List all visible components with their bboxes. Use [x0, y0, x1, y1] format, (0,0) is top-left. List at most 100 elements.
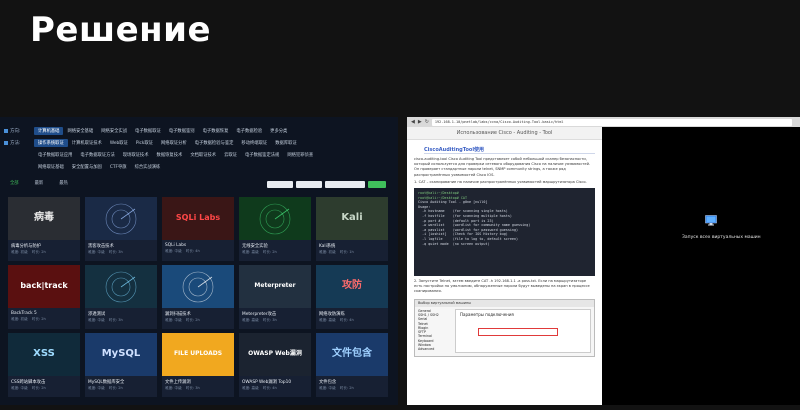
course-card[interactable]: 文件包含 文件包含 难度: 中级 时长: 2h	[316, 333, 388, 397]
course-thumbnail[interactable]: 攻防	[316, 265, 388, 308]
course-meta: 难度: 中级 时长: 2h	[316, 386, 388, 391]
thumbnail-graphic-icon	[182, 271, 214, 303]
course-name: 网络攻防演练	[319, 312, 345, 317]
category-row: 网络取证基础 安全配置与加固 CTF夺旗 综合实战演练	[0, 161, 398, 173]
vm-label[interactable]: Запуск всех виртуальных машин	[682, 235, 761, 240]
terminal-output: root@kali:~/Desktop# root@kali:~/Desktop#…	[414, 188, 595, 277]
category-item[interactable]: 移动终端取证	[237, 139, 271, 147]
highlight-box	[478, 327, 558, 336]
course-card[interactable]: XSS CSS跨站脚本攻击 难度: 中级 时长: 2h	[8, 333, 80, 397]
course-card[interactable]: back|track BackTrack 5 难度: 初级 时长: 2h	[8, 265, 80, 329]
course-card[interactable]: Meterpreter Meterpreter攻击 难度: 高级 时长: 3h	[239, 265, 311, 329]
course-card[interactable]: 无线安全实验 难度: 高级 时长: 2h	[239, 197, 311, 261]
category-item[interactable]: 网络安全基础	[63, 127, 97, 135]
category-item[interactable]: Web取证	[106, 139, 132, 147]
thumbnail-caption: back|track	[20, 281, 68, 291]
category-item[interactable]: 综合实战演练	[131, 163, 165, 171]
search-controls	[267, 181, 386, 188]
course-meta-item: 时长: 2h	[185, 318, 200, 322]
course-thumbnail[interactable]	[85, 265, 157, 308]
category-item[interactable]: 电子数据取证应用	[34, 151, 76, 159]
course-meta-item: 时长: 3h	[262, 318, 277, 322]
category-item[interactable]: 网络安全实战	[97, 127, 131, 135]
category-item[interactable]: 计算机取证技术	[68, 139, 106, 147]
category-item[interactable]: 电子数据鉴别	[165, 127, 199, 135]
course-card[interactable]: 渗透测试 难度: 中级 时长: 3h	[85, 265, 157, 329]
sort-filter-item[interactable]: 最新	[35, 180, 44, 186]
category-item[interactable]: 安全配置与加固	[68, 163, 106, 171]
course-thumbnail[interactable]: FILE UPLOADS	[162, 333, 234, 376]
level-select[interactable]	[296, 181, 322, 188]
course-thumbnail[interactable]: back|track	[8, 265, 80, 308]
course-meta-item: 难度: 高级	[242, 386, 259, 390]
search-button[interactable]	[368, 181, 386, 188]
sort-filter-item[interactable]: 全部	[10, 180, 19, 186]
category-item[interactable]: 电子数据鉴定法规	[241, 151, 283, 159]
course-name: 文件包含	[319, 380, 337, 385]
thumbnail-graphic-icon	[259, 203, 291, 235]
course-card[interactable]: 黑客攻击技术 难度: 中级 时长: 3h	[85, 197, 157, 261]
course-thumbnail[interactable]: 病毒	[8, 197, 80, 240]
category-item[interactable]: 更多分类	[266, 127, 291, 135]
course-card[interactable]: FILE UPLOADS 文件上传漏洞 难度: 中级 时长: 3h	[162, 333, 234, 397]
reload-icon[interactable]: ↻	[425, 119, 429, 125]
category-item[interactable]: 计算机基础	[34, 127, 64, 135]
category-item[interactable]: 文档取证技术	[186, 151, 220, 159]
category-item[interactable]: 云取证	[220, 151, 241, 159]
vm-desktop	[602, 127, 800, 405]
forward-icon[interactable]: ▶	[418, 119, 422, 125]
address-bar[interactable]: 192.168.1.10/pnetlab/labs/ccna/Cisco-Aud…	[431, 118, 792, 126]
monitor-icon[interactable]	[705, 215, 717, 226]
category-item[interactable]: 电子数据检验	[232, 127, 266, 135]
category-item[interactable]: 网络取证分析	[157, 139, 191, 147]
course-name: CSS跨站脚本攻击	[11, 380, 46, 385]
terminal-line: -q quiet mode (no screen output)	[418, 241, 490, 246]
course-thumbnail[interactable]	[239, 197, 311, 240]
category-item[interactable]: 操作系统取证	[34, 139, 68, 147]
category-item[interactable]: CTF夺旗	[106, 163, 131, 171]
tree-item[interactable]: Advanced	[418, 347, 452, 351]
course-thumbnail[interactable]	[162, 265, 234, 308]
category-item[interactable]: 数据库取证	[271, 139, 300, 147]
course-meta-item: 时长: 1h	[339, 250, 354, 254]
category-item[interactable]: 现场取证技术	[119, 151, 153, 159]
course-meta-item: 时长: 4h	[185, 249, 200, 253]
category-row: 方法: 操作系统取证 计算机取证技术 Web取证 Pick取证 网络取证分析 电子数据检验与…	[0, 137, 398, 149]
course-meta-item: 难度: 高级	[242, 250, 259, 254]
course-card[interactable]: OWASP Web漏洞 OWASP Web漏洞 Top10 难度: 高级 时长: 4h	[239, 333, 311, 397]
category-item[interactable]: 电子数据取证方法	[76, 151, 118, 159]
course-thumbnail[interactable]: Kali	[316, 197, 388, 240]
course-thumbnail[interactable]: 文件包含	[316, 333, 388, 376]
category-item[interactable]: Pick取证	[132, 139, 157, 147]
course-meta: 难度: 中级 时长: 3h	[85, 250, 157, 255]
course-card[interactable]: 攻防 网络攻防演练 难度: 高级 时长: 4h	[316, 265, 388, 329]
course-meta-item: 难度: 中级	[88, 318, 105, 322]
course-thumbnail[interactable]: XSS	[8, 333, 80, 376]
category-item[interactable]: 网络取证基础	[34, 163, 68, 171]
course-thumbnail[interactable]: Meterpreter	[239, 265, 311, 308]
category-item[interactable]: 网络犯罪侦查	[283, 151, 317, 159]
course-card[interactable]: 病毒 病毒分析与防护 难度: 初级 时长: 2h	[8, 197, 80, 261]
thumbnail-caption: 病毒	[34, 212, 54, 224]
course-meta-item: 难度: 中级	[165, 318, 182, 322]
course-card[interactable]: SQLi Labs SQLi Labs 难度: 中级 时长: 4h	[162, 197, 234, 261]
course-meta: 难度: 高级 时长: 2h	[239, 250, 311, 255]
course-meta-item: 难度: 初级	[319, 250, 336, 254]
course-thumbnail[interactable]: MySQL	[85, 333, 157, 376]
sort-filter-item[interactable]: 最热	[59, 180, 68, 186]
course-card[interactable]: 漏洞扫描技术 难度: 中级 时长: 2h	[162, 265, 234, 329]
course-card[interactable]: Kali Kali系统 难度: 初级 时长: 1h	[316, 197, 388, 261]
category-item[interactable]: 电子数据检验与鉴定	[191, 139, 238, 147]
category-item[interactable]: 电子数据取证	[131, 127, 165, 135]
course-thumbnail[interactable]: OWASP Web漏洞	[239, 333, 311, 376]
category-item[interactable]: 电子数据恢复	[199, 127, 233, 135]
thumbnail-caption: XSS	[33, 348, 55, 360]
course-card[interactable]: MySQL MySQL数据库安全 难度: 中级 时长: 2h	[85, 333, 157, 397]
course-thumbnail[interactable]	[85, 197, 157, 240]
course-thumbnail[interactable]: SQLi Labs	[162, 197, 234, 240]
category-item[interactable]: 数据恢复技术	[153, 151, 187, 159]
back-icon[interactable]: ◀	[411, 119, 415, 125]
filter-select[interactable]	[267, 181, 293, 188]
search-input[interactable]	[325, 181, 365, 188]
course-meta-item: 时长: 2h	[108, 386, 123, 390]
